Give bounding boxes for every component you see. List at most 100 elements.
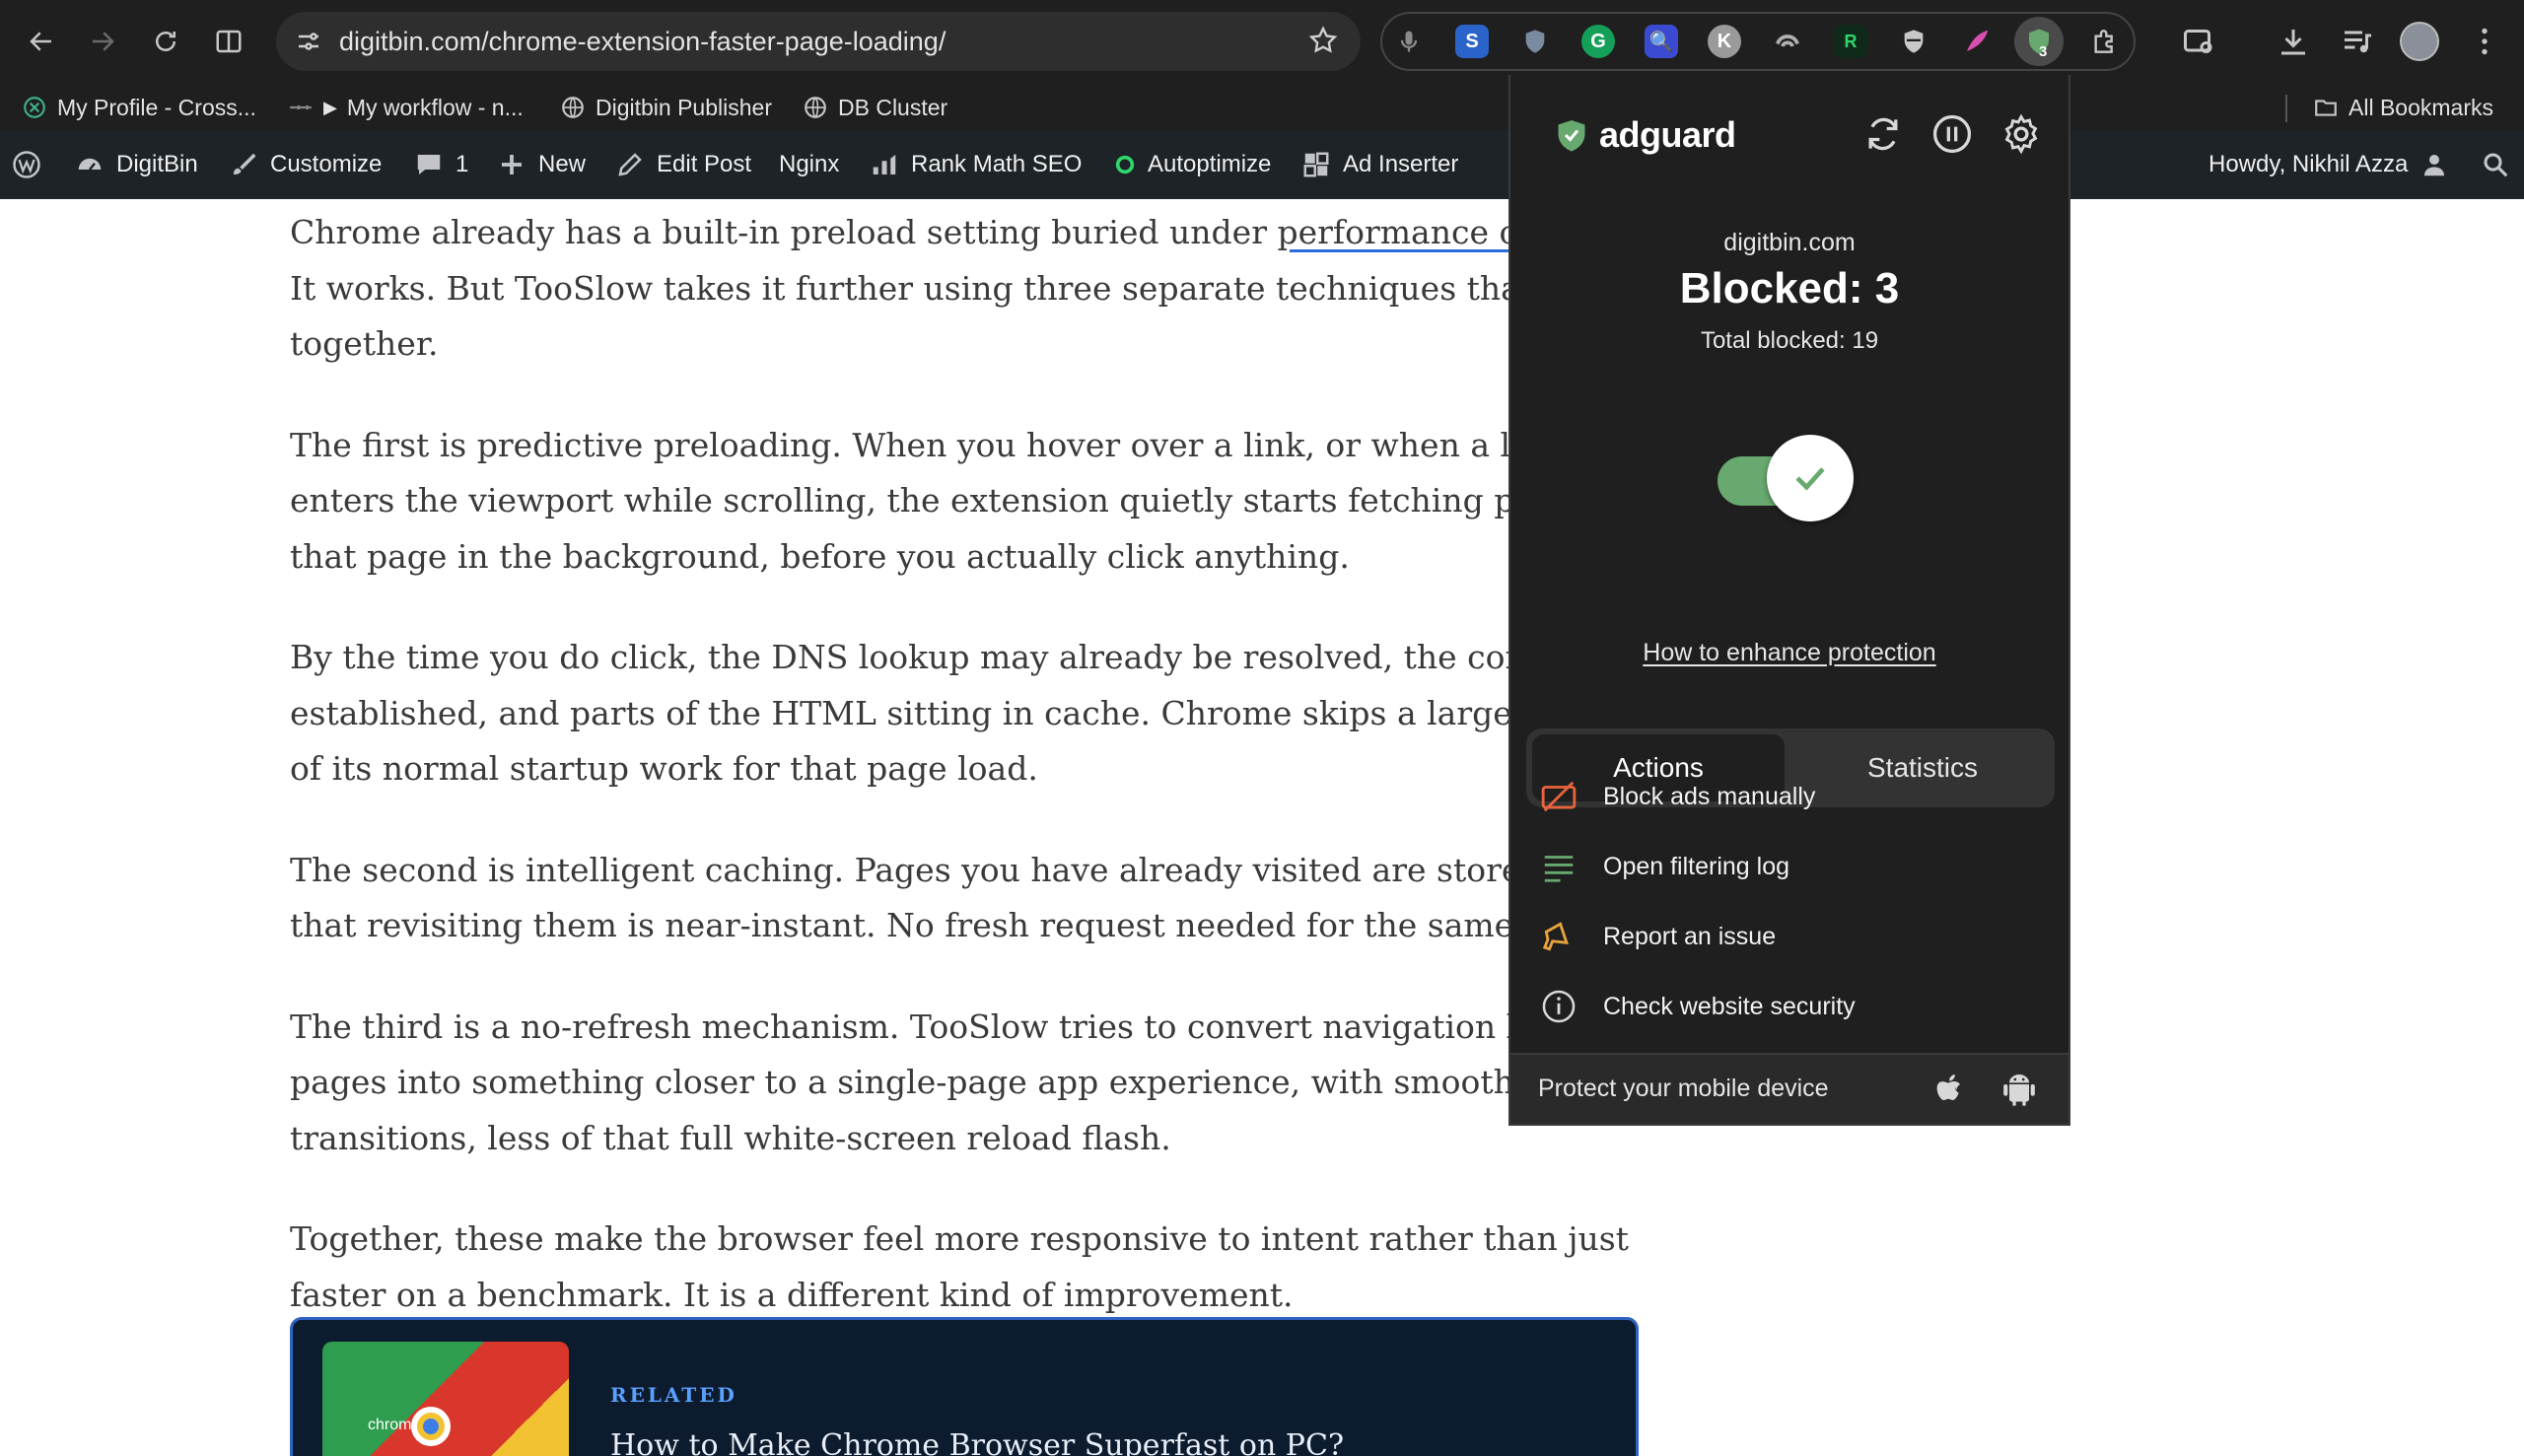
side-panel-button[interactable] [209,22,248,61]
article-paragraph: The first is predictive preloading. When… [290,425,1622,576]
filter-log-icon [1544,856,1574,882]
wp-nginx-menu[interactable]: Nginx [779,148,839,181]
bookmarks-divider [2285,95,2287,122]
block-ads-manually-action[interactable]: Block ads manually [1540,777,1815,816]
pause-icon[interactable] [1930,112,1974,156]
wp-admin-bar: DigitBin Customize 1 New Edit Post Nginx… [0,130,2524,199]
bookmark-item[interactable]: ▶ My workflow - n... [288,93,524,122]
swirl-extension-icon[interactable] [1771,25,1804,58]
r-extension-icon[interactable]: R [1834,25,1867,58]
user-icon [2424,155,2445,176]
all-bookmarks-button[interactable]: All Bookmarks [2313,93,2493,122]
wp-customize-link[interactable]: Customize [229,148,382,181]
k-extension-icon[interactable]: K [1708,25,1741,58]
s-extension-icon[interactable]: S [1455,25,1489,58]
forward-button[interactable] [83,22,122,61]
adguard-shield-icon [1558,120,1585,152]
privacy-shield-extension-icon[interactable] [1897,25,1930,58]
puzzle-extensions-icon[interactable] [2088,25,2122,58]
media-controls-icon[interactable] [2339,24,2374,59]
wp-site-menu[interactable]: DigitBin [75,148,198,181]
back-button[interactable] [22,22,61,61]
grid-icon [1303,152,1329,177]
bookmark-item[interactable]: DB Cluster [803,93,947,122]
megaphone-icon [1542,922,1569,951]
article-body: Chrome already has a built-in preload se… [290,199,1650,1456]
related-title-link[interactable]: How to Make Chrome Browser Superfast on … [610,1428,1344,1456]
wp-search-button[interactable] [2481,148,2510,181]
bookmarks-bar: My Profile - Cross... ▶ My workflow - n.… [0,83,2524,130]
bookmark-item[interactable]: Digitbin Publisher [560,93,772,122]
search-extension-icon[interactable]: 🔍 [1645,25,1678,58]
dashboard-icon [78,158,102,171]
wp-rank-math-menu[interactable]: Rank Math SEO [870,148,1082,181]
globe-icon [562,97,584,118]
related-kicker: RELATED [610,1383,737,1407]
enhance-protection-link[interactable]: How to enhance protection [1510,639,2068,667]
wp-account-menu[interactable]: Howdy, Nikhil Azza [2208,148,2449,181]
article-paragraph: The second is intelligent caching. Pages… [290,850,1650,945]
wp-new-menu[interactable]: New [497,148,586,181]
wp-autoptimize-menu[interactable]: Autoptimize [1114,148,1271,181]
comment-icon [417,155,441,174]
settings-gear-icon[interactable] [1999,112,2043,156]
url-text[interactable]: digitbin.com/chrome-extension-faster-pag… [339,27,946,57]
bookmark-item[interactable]: My Profile - Cross... [22,93,256,122]
reading-mode-icon[interactable] [2181,24,2216,59]
article-paragraph: Together, these make the browser feel mo… [290,1219,1629,1314]
article-paragraph: By the time you do click, the DNS lookup… [290,638,1648,788]
report-issue-action[interactable]: Report an issue [1540,917,1776,956]
article-paragraph: Chrome already has a built-in preload se… [290,213,1631,363]
mic-extension-icon[interactable] [1392,25,1426,58]
folder-icon [2315,100,2337,116]
wp-edit-post-link[interactable]: Edit Post [615,148,751,181]
related-thumbnail[interactable]: chrome [322,1342,569,1456]
brush-icon [234,153,256,174]
current-domain: digitbin.com [1723,229,1856,256]
block-ads-icon [1541,781,1577,812]
adguard-logo: adguard [1554,114,1736,156]
split-view-icon [216,30,242,53]
mobile-protection-footer[interactable]: Protect your mobile device [1510,1053,2068,1124]
info-icon [1542,990,1576,1023]
grammarly-extension-icon[interactable]: G [1581,25,1615,58]
adguard-popup: adguard digitbin.com Blocked: 3 Total bl… [1508,75,2070,1126]
reload-icon [156,32,175,51]
blocked-count: Blocked: 3 [1679,264,1900,312]
pencil-icon [618,153,642,176]
download-icon[interactable] [2276,24,2311,59]
bookmark-star-icon[interactable] [1307,25,1339,56]
workflow-icon [290,104,312,110]
more-menu-icon[interactable] [2467,24,2502,59]
rank-math-icon [873,155,896,174]
site-info-icon[interactable] [294,27,323,56]
protection-toggle[interactable] [1718,435,1854,523]
address-bar[interactable]: digitbin.com/chrome-extension-faster-pag… [276,12,1361,71]
article-paragraph: The third is a no-refresh mechanism. Too… [290,1006,1648,1157]
wp-ad-inserter-menu[interactable]: Ad Inserter [1301,148,1458,181]
related-post-card[interactable]: chrome RELATED How to Make Chrome Browse… [290,1317,1639,1456]
wp-logo-menu[interactable] [12,148,41,181]
play-icon: ▶ [323,97,337,117]
forward-arrow-icon [93,32,114,51]
browser-toolbar: digitbin.com/chrome-extension-faster-pag… [0,0,2524,83]
android-icon[interactable] [1999,1069,2039,1110]
globe-icon [805,97,826,118]
profile-avatar[interactable] [2400,22,2439,61]
status-circle-icon [1115,155,1135,174]
chrome-logo-icon [411,1407,451,1446]
reload-button[interactable] [146,22,185,61]
apple-icon[interactable] [1930,1069,1970,1110]
back-arrow-icon [30,32,51,51]
feather-extension-icon[interactable] [1960,25,1994,58]
refresh-icon[interactable] [1861,112,1905,156]
checkmark-icon [1795,467,1825,491]
tab-statistics[interactable]: Statistics [1796,734,2049,801]
wp-comments-link[interactable]: 1 [414,148,468,181]
shield-extension-icon[interactable] [1518,25,1552,58]
plus-icon [502,155,522,174]
check-website-security-action[interactable]: Check website security [1540,987,1856,1026]
open-filtering-log-action[interactable]: Open filtering log [1540,847,1789,886]
wordpress-icon [13,151,40,178]
toggle-knob [1767,435,1854,521]
